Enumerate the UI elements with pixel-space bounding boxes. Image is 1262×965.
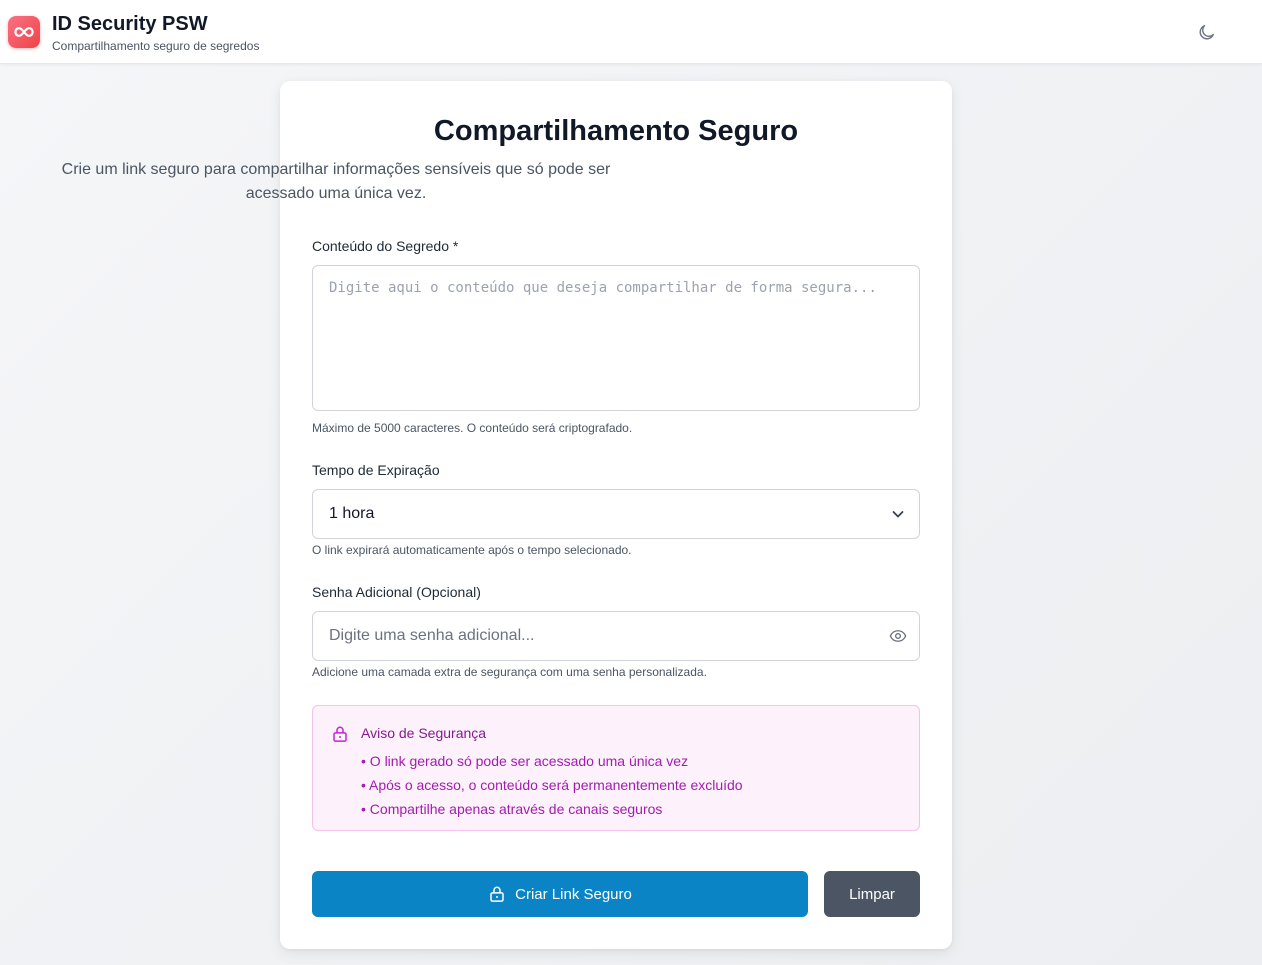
chevron-down-icon (892, 511, 904, 518)
secret-textarea[interactable] (312, 265, 920, 411)
secret-label: Conteúdo do Segredo * (312, 238, 459, 254)
infinity-icon (14, 27, 34, 37)
warning-item: • O link gerado só pode ser acessado uma… (361, 753, 689, 769)
warning-title: Aviso de Segurança (361, 725, 487, 741)
create-link-label: Criar Link Seguro (515, 885, 632, 903)
theme-toggle-button[interactable] (1194, 20, 1218, 44)
eye-icon[interactable] (889, 627, 907, 645)
security-warning: Aviso de Segurança • O link gerado só po… (312, 705, 920, 831)
password-label: Senha Adicional (Opcional) (312, 584, 481, 600)
expiration-label: Tempo de Expiração (312, 462, 440, 478)
lock-icon (490, 886, 504, 902)
secret-hint: Máximo de 5000 caracteres. O conteúdo se… (312, 421, 633, 435)
app-logo (8, 16, 40, 48)
app-subtitle: Compartilhamento seguro de segredos (52, 39, 260, 53)
lock-icon (333, 726, 347, 742)
clear-button[interactable]: Limpar (824, 871, 920, 917)
moon-icon (1199, 24, 1214, 39)
expiration-select[interactable]: 1 hora (312, 489, 920, 539)
password-field (312, 611, 920, 661)
warning-item: • Após o acesso, o conteúdo será permane… (361, 777, 743, 793)
page-title: Compartilhamento Seguro (433, 115, 799, 147)
app-header: ID Security PSW Compartilhamento seguro … (0, 0, 1262, 64)
app-title: ID Security PSW (52, 13, 208, 35)
password-input[interactable] (313, 612, 873, 660)
warning-item: • Compartilhe apenas através de canais s… (361, 801, 663, 817)
expiration-selected-value: 1 hora (329, 505, 375, 522)
warning-list: • O link gerado só pode ser acessado uma… (361, 749, 743, 821)
expiration-hint: O link expirará automaticamente após o t… (312, 543, 632, 557)
create-link-button[interactable]: Criar Link Seguro (312, 871, 808, 917)
page-description: Crie um link seguro para compartilhar in… (61, 161, 611, 202)
password-hint: Adicione uma camada extra de segurança c… (312, 665, 707, 679)
